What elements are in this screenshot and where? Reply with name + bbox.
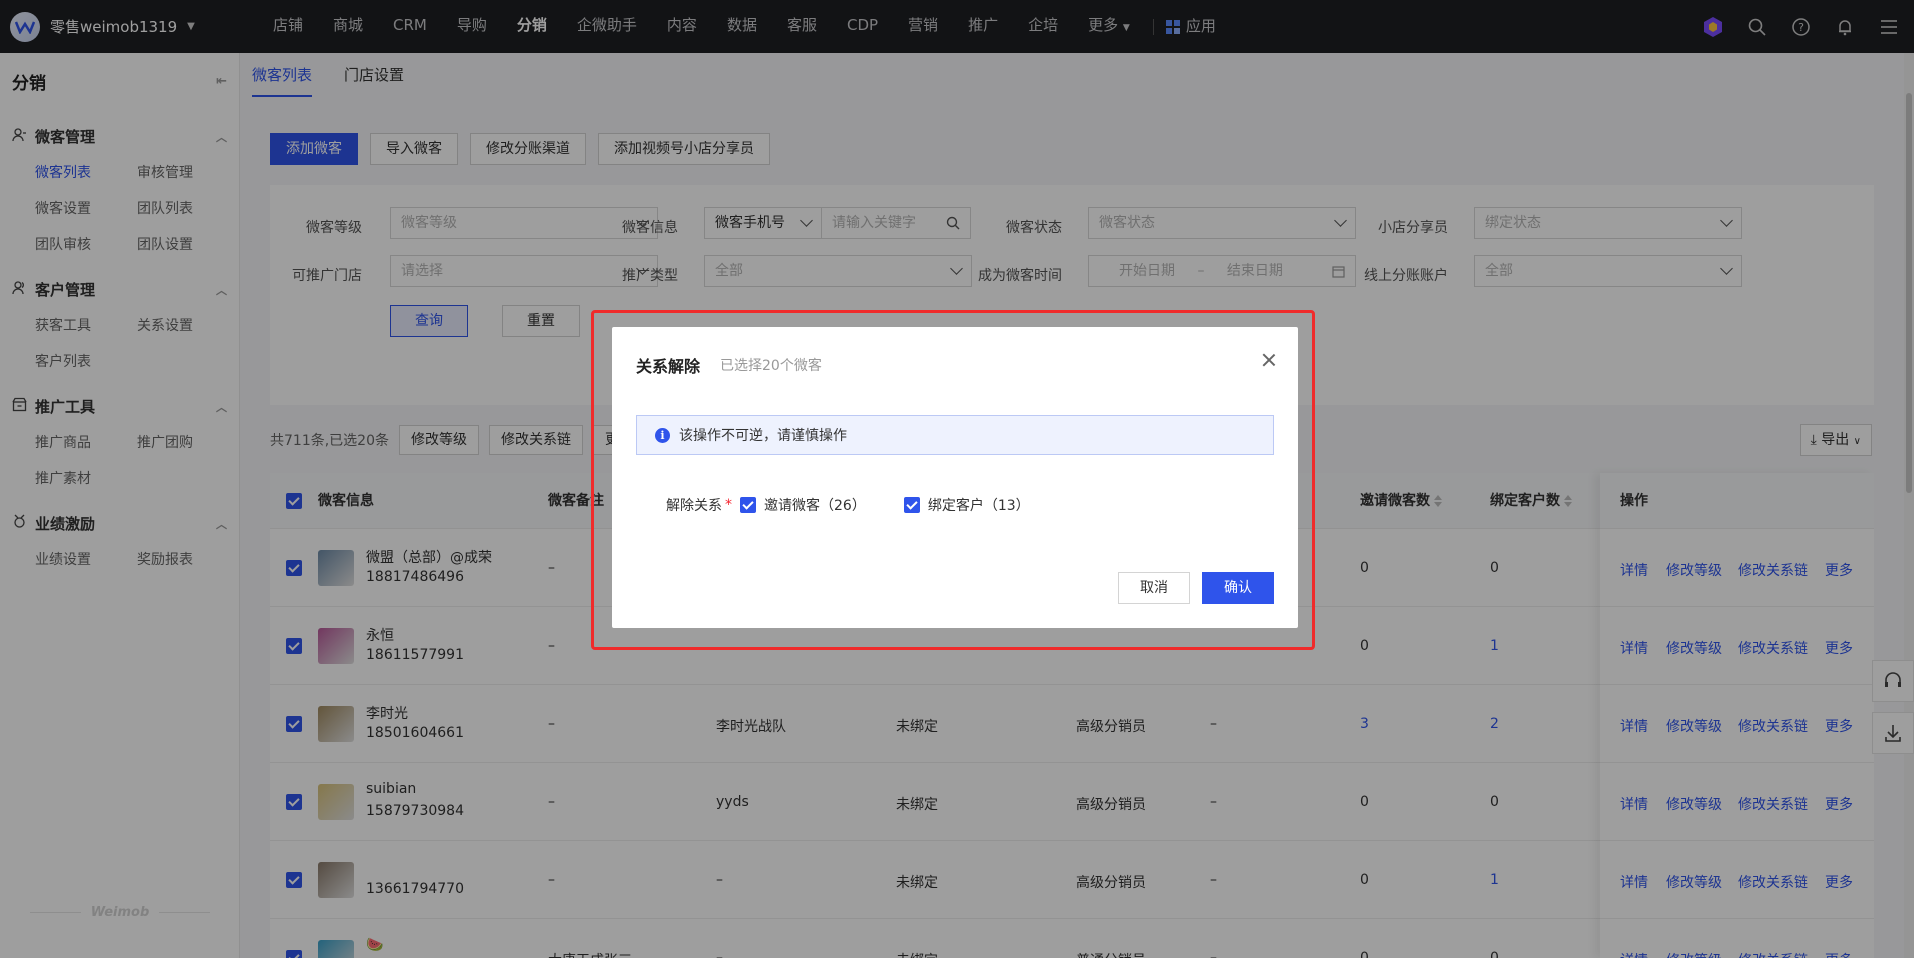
close-icon[interactable] xyxy=(1262,353,1276,367)
required-mark: * xyxy=(725,497,732,513)
unbind-bound-customers-checkbox[interactable]: 绑定客户（13） xyxy=(903,495,1030,515)
checkbox-checked-icon[interactable] xyxy=(740,497,756,513)
warning-alert: i 该操作不可逆，请谨慎操作 xyxy=(636,415,1274,455)
confirm-button[interactable]: 确认 xyxy=(1202,572,1274,604)
cancel-button[interactable]: 取消 xyxy=(1118,572,1190,604)
dialog-footer: 取消 确认 xyxy=(1118,572,1274,604)
checkbox-checked-icon[interactable] xyxy=(903,497,920,513)
unbind-options-row: 解除关系 * 邀请微客（26） 绑定客户（13） xyxy=(666,495,1068,515)
dialog-title: 关系解除 xyxy=(636,357,701,376)
unbind-invited-weike-checkbox[interactable]: 邀请微客（26） xyxy=(740,495,866,515)
dialog-subtitle: 已选择20个微客 xyxy=(720,358,822,374)
info-icon: i xyxy=(655,427,670,443)
unbind-relation-dialog: 关系解除 已选择20个微客 i 该操作不可逆，请谨慎操作 解除关系 * 邀请微客… xyxy=(612,327,1298,628)
field-label: 解除关系 xyxy=(666,498,722,514)
